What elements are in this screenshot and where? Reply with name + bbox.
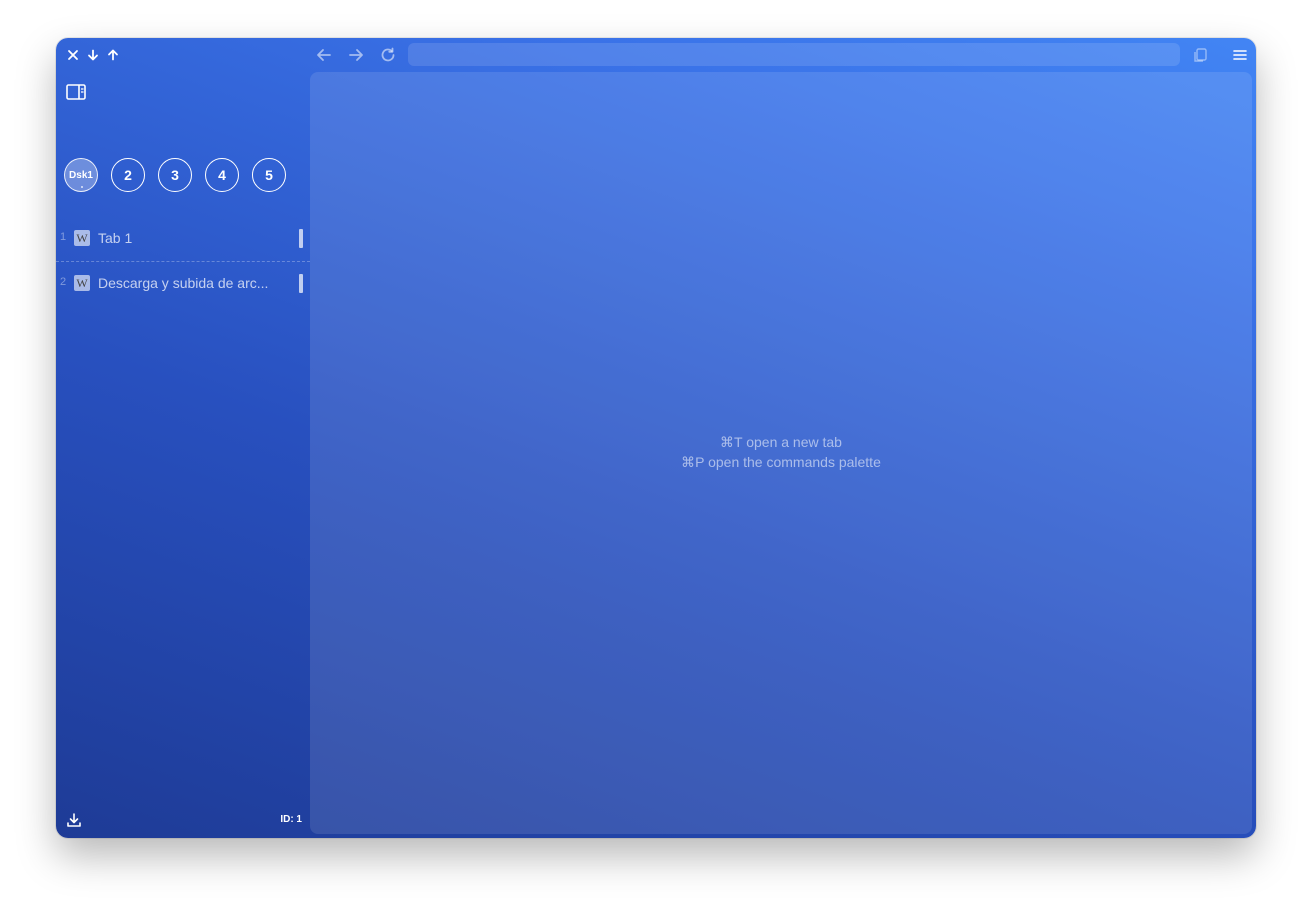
empty-state-hints: ⌘T open a new tab ⌘P open the commands p… [310,432,1252,472]
arrow-down-icon [88,49,98,61]
move-down-button[interactable] [84,46,102,64]
reload-button[interactable] [376,43,400,67]
sidebar-toggle-icon [66,84,86,100]
move-up-button[interactable] [104,46,122,64]
forward-button[interactable] [344,43,368,67]
back-arrow-icon [317,49,331,61]
window-controls [64,46,122,64]
tab-handle[interactable] [299,274,303,293]
sidebar: Dsk1 2 3 4 5 1 W Tab 1 2 W Descarga y su… [56,72,310,838]
menu-icon [1233,50,1247,60]
command-palette-hint: ⌘P open the commands palette [681,454,881,470]
tab-number: 1 [60,231,67,243]
desktop-button-1[interactable]: Dsk1 [64,158,98,192]
wikipedia-favicon-icon: W [74,275,90,291]
desktop-switcher: Dsk1 2 3 4 5 [64,158,286,192]
back-button[interactable] [312,43,336,67]
downloads-button[interactable] [64,810,84,830]
close-button[interactable] [64,46,82,64]
reload-icon [381,47,395,62]
sidebar-footer: ID: 1 [56,802,310,838]
sidebar-toggle-button[interactable] [64,81,88,103]
copy-button[interactable] [1188,43,1212,67]
desktop-button-4[interactable]: 4 [205,158,239,192]
wikipedia-favicon-icon: W [74,230,90,246]
tab-item[interactable]: 1 W Tab 1 [56,217,310,261]
tab-number: 2 [60,276,67,288]
desktop-button-2[interactable]: 2 [111,158,145,192]
close-icon [68,50,78,60]
desktop-button-3[interactable]: 3 [158,158,192,192]
arrow-up-icon [108,49,118,61]
window-id-label: ID: 1 [280,814,302,825]
tab-title: Descarga y subida de arc... [98,275,269,291]
navigation-controls [312,43,400,67]
tab-list: 1 W Tab 1 2 W Descarga y subida de arc..… [56,217,310,306]
new-tab-hint: ⌘T open a new tab [720,434,842,450]
browser-window: Dsk1 2 3 4 5 1 W Tab 1 2 W Descarga y su… [56,38,1256,838]
download-icon [67,813,81,827]
forward-arrow-icon [349,49,363,61]
tab-title: Tab 1 [98,230,133,246]
tab-handle[interactable] [299,229,303,248]
copy-icon [1194,48,1207,62]
content-area: ⌘T open a new tab ⌘P open the commands p… [310,72,1252,834]
titlebar [56,38,1256,72]
menu-button[interactable] [1228,43,1252,67]
tab-item[interactable]: 2 W Descarga y subida de arc... [56,261,310,306]
address-bar[interactable] [408,43,1180,66]
toolbar-right [1188,43,1252,67]
desktop-button-5[interactable]: 5 [252,158,286,192]
